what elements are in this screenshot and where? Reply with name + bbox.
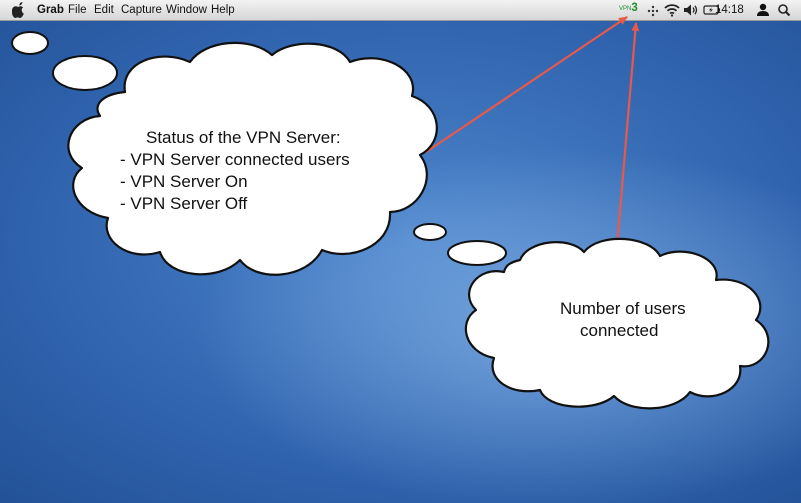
thought-bubble-dot [413,223,447,241]
vpn-status-annotation: Status of the VPN Server: - VPN Server c… [118,127,418,215]
annotation-title: Status of the VPN Server: [146,128,341,147]
annotation-line-1: Number of users [560,299,686,318]
thought-bubble-dot [447,240,507,266]
arrow-to-vpn-icon [425,16,628,153]
arrow-to-user-count [615,22,640,247]
thought-bubble-dot [52,55,118,91]
annotation-item-connected-users: - VPN Server connected users [120,150,350,169]
annotation-item-server-on: - VPN Server On [120,172,248,191]
annotation-layer [11,16,770,410]
annotation-item-server-off: - VPN Server Off [120,194,248,213]
thought-bubble-dot [11,31,49,55]
annotation-line-2: connected [580,321,659,340]
user-count-annotation: Number of users connected [560,298,720,342]
